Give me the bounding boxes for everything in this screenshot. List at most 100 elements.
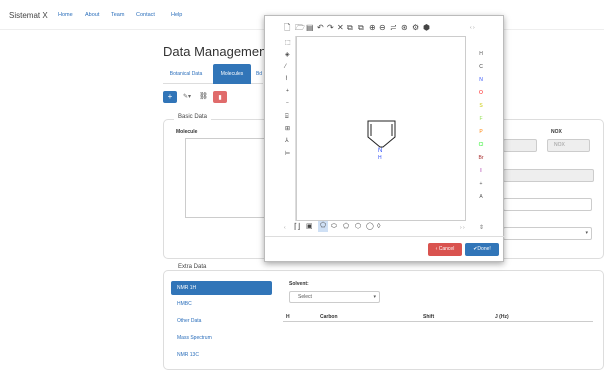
table-divider (283, 321, 593, 322)
copy-icon[interactable]: ⧉ (347, 23, 353, 33)
element-cl[interactable]: Cl (474, 142, 488, 148)
charge-minus-icon[interactable]: − (286, 98, 289, 108)
select-tool-icon[interactable]: ⬚ (285, 38, 291, 48)
settings-icon[interactable]: ⚙ (412, 23, 419, 33)
template-library-icon[interactable]: ⌈⌋ (294, 222, 300, 232)
solvent-select-value: Select (298, 294, 312, 300)
field-select-wide[interactable]: ▾ (503, 227, 592, 240)
editor-canvas[interactable]: N H (296, 36, 466, 221)
tab-more[interactable]: Bd (254, 64, 264, 84)
template-circle-icon[interactable]: ◯ (366, 222, 374, 232)
cut-icon[interactable]: ✕ (337, 23, 344, 33)
template-hexagon-icon[interactable]: ⬡ (355, 222, 361, 232)
list-item-nmr-13c[interactable]: NMR 13C (171, 348, 272, 362)
element-br[interactable]: Br (474, 155, 488, 161)
field-left-1[interactable] (503, 139, 537, 152)
editor-left-toolbar: ⬚ ◈ ⁄ ⌇ + − ⌸ ⊞ ⅄ ⊨ (284, 36, 296, 221)
zoom-out-icon[interactable]: ⊖ (379, 23, 386, 33)
element-n[interactable]: N (474, 77, 488, 83)
charge-plus-icon[interactable]: + (286, 86, 289, 96)
editor-element-column: H C N O S F P Cl Br I + A (474, 36, 490, 221)
redo-icon[interactable]: ↷ (327, 23, 334, 33)
nitrogen-atom-label: N (378, 148, 382, 154)
undo-icon[interactable]: ↶ (317, 23, 324, 33)
molecule-editor-dialog: 🗋 🗁 ▤ ↶ ↷ ✕ ⧉ ⧉ ⊕ ⊖ ≓ ⊛ ⚙ ⬢ ‹ › ⬚ ◈ ⁄ ⌇ … (264, 15, 505, 262)
extra-data-legend: Extra Data (174, 264, 211, 270)
solvent-select[interactable]: Select ▾ (289, 291, 380, 303)
table-header-j: J (Hz) (495, 314, 509, 320)
table-header-h: H (286, 314, 290, 320)
element-plus[interactable]: + (474, 181, 488, 187)
nav-link-team[interactable]: Team (111, 12, 124, 18)
binoculars-button[interactable]: ⛓ (197, 91, 210, 103)
layout-icon[interactable]: ≓ (390, 23, 397, 33)
chain-tool-icon[interactable]: ⌇ (285, 74, 288, 84)
cancel-button[interactable]: ‹ Cancel (428, 243, 462, 256)
list-item-hmbc[interactable]: HMBC (171, 297, 272, 311)
scroll-left-icon[interactable]: ‹ (284, 223, 286, 233)
element-c[interactable]: C (474, 64, 488, 70)
list-item-other-data[interactable]: Other Data (171, 314, 272, 328)
editor-top-toolbar: 🗋 🗁 ▤ ↶ ↷ ✕ ⧉ ⧉ ⊕ ⊖ ≓ ⊛ ⚙ ⬢ ‹ › (284, 23, 489, 37)
page-title: Data Management (163, 44, 270, 59)
sgroup-tool-icon[interactable]: ⅄ (285, 136, 289, 146)
list-item-nmr-1h[interactable]: NMR 1H (171, 281, 272, 295)
nox-field[interactable]: NOX (547, 139, 590, 152)
brand-logo[interactable]: Sistemat X (9, 11, 48, 20)
scroll-stepper-icon[interactable]: ⇕ (479, 223, 484, 233)
scroll-right-icon[interactable]: › › (460, 223, 465, 233)
template-ring-icon[interactable]: ▣ (306, 222, 313, 232)
molecule-preview-box[interactable] (185, 138, 265, 218)
tab-molecules[interactable]: Molecules (213, 64, 251, 84)
template-heptagon-icon[interactable]: ◊ (377, 222, 380, 232)
help-icon[interactable]: ⬢ (423, 23, 430, 33)
plus-icon: + (167, 92, 173, 101)
new-document-icon[interactable]: 🗋 (284, 23, 290, 33)
binoculars-icon: ⛓ (199, 93, 208, 100)
rgroup-tool-icon[interactable]: ⊞ (285, 124, 290, 134)
tab-bar: Botanical Data Molecules Bd (163, 64, 263, 84)
edit-dropdown-button[interactable]: ✎▾ (180, 91, 194, 103)
eraser-tool-icon[interactable]: ◈ (285, 50, 290, 60)
template-cyclopentane-icon[interactable]: ⬠ (318, 221, 328, 232)
pencil-icon: ✎▾ (182, 94, 192, 100)
check-icon[interactable]: ⊛ (401, 23, 408, 33)
element-a[interactable]: A (474, 194, 488, 200)
bond-tool-icon[interactable]: ⁄ (285, 62, 286, 72)
done-button[interactable]: ✔Done! (465, 243, 499, 256)
nav-link-help[interactable]: Help (171, 12, 182, 18)
element-h[interactable]: H (474, 51, 488, 57)
field-wide-1[interactable] (503, 169, 594, 182)
field-wide-2[interactable] (503, 198, 592, 211)
nav-link-about[interactable]: About (85, 12, 99, 18)
template-cyclobutane-icon[interactable]: ⬭ (331, 222, 337, 232)
element-f[interactable]: F (474, 116, 488, 122)
tab-botanical-data[interactable]: Botanical Data (163, 64, 209, 84)
text-tool-icon[interactable]: ⊨ (285, 149, 290, 159)
cancel-button-label: Cancel (438, 246, 455, 252)
open-icon[interactable]: 🗁 (295, 23, 305, 33)
template-pentagon-icon[interactable]: ⬠ (343, 222, 349, 232)
reaction-tool-icon[interactable]: ⌸ (285, 112, 289, 122)
molecule-label: Molecule (176, 129, 198, 135)
table-header-carbon: Carbon (320, 314, 338, 320)
delete-button[interactable]: ▮ (213, 91, 227, 103)
nav-link-contact[interactable]: Contact (136, 12, 155, 18)
zoom-icon[interactable]: ⊕ (369, 23, 376, 33)
element-s[interactable]: S (474, 103, 488, 109)
add-button[interactable]: + (163, 91, 177, 103)
element-i[interactable]: I (474, 168, 488, 174)
collapse-icon[interactable]: ‹ › (470, 23, 475, 33)
chevron-down-icon: ▾ (585, 230, 588, 236)
nav-link-home[interactable]: Home (58, 12, 73, 18)
nox-label: NOX (551, 129, 562, 135)
chevron-down-icon: ▾ (373, 294, 376, 300)
solvent-label: Solvent: (289, 281, 309, 287)
list-item-mass-spectrum[interactable]: Mass Spectrum (171, 331, 272, 345)
pyrrole-structure: N H (367, 120, 396, 161)
save-icon[interactable]: ▤ (306, 23, 314, 33)
basic-data-legend: Basic Data (174, 114, 212, 120)
element-o[interactable]: O (474, 90, 488, 96)
element-p[interactable]: P (474, 129, 488, 135)
paste-icon[interactable]: ⧉ (358, 23, 364, 33)
